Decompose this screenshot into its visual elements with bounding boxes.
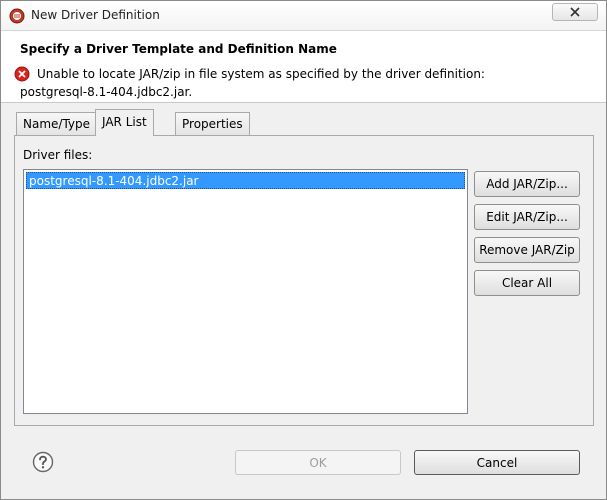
tab-properties[interactable]: Properties <box>175 112 250 135</box>
add-jar-button[interactable]: Add JAR/Zip... <box>474 171 580 197</box>
tab-jar-list[interactable]: JAR List <box>95 109 154 136</box>
driver-files-label: Driver files: <box>23 148 93 162</box>
ok-button[interactable]: OK <box>235 450 401 475</box>
tab-label: JAR List <box>102 115 147 129</box>
error-message: Unable to locate JAR/zip in file system … <box>37 67 485 81</box>
edit-jar-button[interactable]: Edit JAR/Zip... <box>474 204 580 230</box>
error-message-filename: postgresql-8.1-404.jdbc2.jar. <box>20 85 193 99</box>
title-bar[interactable]: New Driver Definition <box>1 1 606 31</box>
window-title: New Driver Definition <box>31 8 160 22</box>
dialog-header: Specify a Driver Template and Definition… <box>1 31 606 103</box>
eclipse-app-icon <box>9 8 25 24</box>
dialog-window: New Driver Definition Specify a Driver T… <box>0 0 607 500</box>
header-title: Specify a Driver Template and Definition… <box>20 42 337 56</box>
remove-jar-button[interactable]: Remove JAR/Zip <box>474 237 580 263</box>
close-button[interactable] <box>552 3 598 21</box>
tab-label: Properties <box>182 117 243 131</box>
cancel-button[interactable]: Cancel <box>414 450 580 475</box>
tab-label: Name/Type <box>23 117 91 131</box>
tab-name-type[interactable]: Name/Type <box>16 112 98 135</box>
close-icon <box>570 7 580 17</box>
jar-list-panel: Driver files: postgresql-8.1-404.jdbc2.j… <box>14 135 594 426</box>
help-icon[interactable] <box>32 451 54 473</box>
error-icon <box>14 66 30 82</box>
driver-files-list[interactable]: postgresql-8.1-404.jdbc2.jar <box>23 169 468 414</box>
clear-all-button[interactable]: Clear All <box>474 270 580 296</box>
list-item[interactable]: postgresql-8.1-404.jdbc2.jar <box>26 172 465 189</box>
